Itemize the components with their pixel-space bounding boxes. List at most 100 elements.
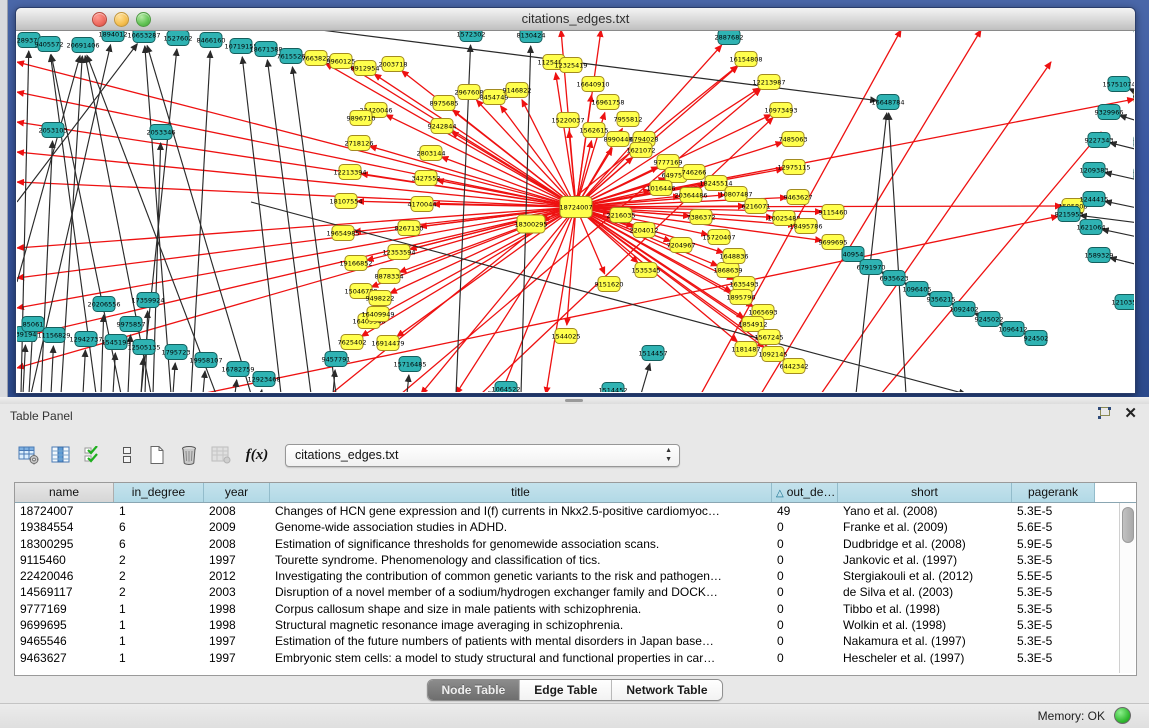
graph-node[interactable]: 7625402 bbox=[338, 335, 367, 350]
table-cell[interactable]: 9463627 bbox=[15, 650, 114, 666]
graph-node[interactable]: 40954 bbox=[842, 247, 864, 262]
table-cell[interactable]: 0 bbox=[772, 650, 838, 666]
function-builder-button[interactable]: f(x) bbox=[244, 442, 270, 468]
table-cell[interactable]: 1 bbox=[114, 503, 204, 519]
graph-node[interactable]: 10653287 bbox=[127, 31, 160, 43]
graph-node[interactable]: 1092145 bbox=[759, 347, 788, 362]
select-rows-button[interactable] bbox=[80, 442, 106, 468]
table-cell[interactable]: Disruption of a novel member of a sodium… bbox=[270, 584, 772, 600]
graph-node[interactable]: 3427552 bbox=[412, 171, 441, 186]
graph-node[interactable]: 1209383 bbox=[1080, 163, 1109, 178]
graph-node[interactable]: 7615526 bbox=[277, 49, 306, 64]
graph-node[interactable]: 16961758 bbox=[591, 95, 624, 110]
graph-node[interactable]: 1572302 bbox=[457, 31, 486, 42]
table-row[interactable]: 977716911998Corpus callosum shape and si… bbox=[15, 601, 1136, 617]
graph-node[interactable]: 12213987 bbox=[752, 75, 785, 90]
graph-node[interactable]: 924502 bbox=[1024, 331, 1049, 346]
graph-node[interactable]: 1514452 bbox=[599, 383, 628, 393]
graph-node[interactable]: 1795723 bbox=[162, 345, 191, 360]
vertical-scrollbar[interactable] bbox=[1119, 503, 1135, 673]
table-cell[interactable]: Corpus callosum shape and size in male p… bbox=[270, 601, 772, 617]
table-cell[interactable]: Franke et al. (2009) bbox=[838, 519, 1012, 535]
table-cell[interactable]: 0 bbox=[772, 568, 838, 584]
splitter-grip-icon[interactable] bbox=[565, 399, 583, 402]
graph-node[interactable]: 1544025 bbox=[552, 329, 581, 344]
graph-node[interactable]: 12213394 bbox=[333, 165, 366, 180]
column-header-indegree[interactable]: in_degree bbox=[114, 483, 204, 502]
graph-node[interactable]: 12505135 bbox=[127, 340, 160, 355]
table-cell[interactable]: Investigating the contribution of common… bbox=[270, 568, 772, 584]
graph-node[interactable]: 85061 bbox=[22, 317, 44, 332]
table-cell[interactable]: 2009 bbox=[204, 519, 270, 535]
column-header-name[interactable]: name bbox=[15, 483, 114, 502]
graph-node[interactable]: 1868639 bbox=[714, 263, 743, 278]
graph-node[interactable]: 6935623 bbox=[880, 271, 909, 286]
column-header-outde[interactable]: △out_de… bbox=[772, 483, 838, 502]
table-cell[interactable]: 2 bbox=[114, 552, 204, 568]
graph-node[interactable]: 1648836 bbox=[720, 249, 749, 264]
graph-node[interactable]: 6216071 bbox=[742, 199, 771, 214]
column-chooser-button[interactable] bbox=[48, 442, 74, 468]
table-cell[interactable]: Yano et al. (2008) bbox=[838, 503, 1012, 519]
tab-node-table[interactable]: Node Table bbox=[427, 680, 520, 700]
table-cell[interactable]: 2008 bbox=[204, 536, 270, 552]
table-cell[interactable]: 1998 bbox=[204, 601, 270, 617]
table-cell[interactable]: 1 bbox=[114, 617, 204, 633]
graph-node[interactable]: 1535345 bbox=[632, 263, 661, 278]
table-cell[interactable]: Wolkin et al. (1998) bbox=[838, 617, 1012, 633]
column-header-title[interactable]: title bbox=[270, 483, 772, 502]
table-cell[interactable]: de Silva et al. (2003) bbox=[838, 584, 1012, 600]
new-table-button[interactable] bbox=[144, 442, 170, 468]
table-cell[interactable]: 5.3E-5 bbox=[1012, 552, 1095, 568]
table-cell[interactable]: 9115460 bbox=[15, 552, 114, 568]
table-cell[interactable]: 0 bbox=[772, 617, 838, 633]
table-cell[interactable]: Tourette syndrome. Phenomenology and cla… bbox=[270, 552, 772, 568]
graph-node[interactable]: 9146822 bbox=[503, 83, 532, 98]
graph-node[interactable]: 1895796 bbox=[727, 290, 756, 305]
graph-node[interactable]: 7485063 bbox=[779, 132, 808, 147]
table-cell[interactable]: 5.9E-5 bbox=[1012, 536, 1095, 552]
table-cell[interactable]: 1997 bbox=[204, 552, 270, 568]
table-cell[interactable]: 1997 bbox=[204, 650, 270, 666]
graph-node[interactable]: 20691406 bbox=[66, 38, 99, 53]
table-row[interactable]: 911546021997Tourette syndrome. Phenomeno… bbox=[15, 552, 1136, 568]
graph-node[interactable]: 1064522 bbox=[492, 382, 521, 393]
table-cell[interactable]: 1 bbox=[114, 650, 204, 666]
graph-node[interactable]: 8878334 bbox=[375, 269, 404, 284]
table-cell[interactable]: 18300295 bbox=[15, 536, 114, 552]
graph-node[interactable]: 8215953 bbox=[1055, 207, 1084, 222]
table-cell[interactable]: Dudbridge et al. (2008) bbox=[838, 536, 1012, 552]
graph-node[interactable]: 9356215 bbox=[927, 292, 956, 307]
graph-node[interactable]: 1589329 bbox=[1085, 248, 1114, 263]
table-row[interactable]: 1938455462009Genome-wide association stu… bbox=[15, 519, 1136, 535]
table-row[interactable]: 1872400712008Changes of HCN gene express… bbox=[15, 503, 1136, 519]
graph-node[interactable]: 9463627 bbox=[784, 190, 813, 205]
table-cell[interactable]: 0 bbox=[772, 584, 838, 600]
table-cell[interactable]: 49 bbox=[772, 503, 838, 519]
graph-node[interactable]: 9242844 bbox=[428, 119, 457, 134]
network-canvas[interactable]: 1872400718300295224200469896710271812612… bbox=[17, 31, 1134, 392]
table-cell[interactable]: 1 bbox=[114, 633, 204, 649]
graph-node[interactable]: 15220037 bbox=[551, 113, 584, 128]
graph-node[interactable]: 16154808 bbox=[729, 52, 762, 67]
graph-node[interactable]: 9245022 bbox=[975, 312, 1004, 327]
graph-node[interactable]: 1181487 bbox=[732, 342, 761, 357]
graph-node[interactable]: 8267130 bbox=[395, 221, 424, 236]
graph-node[interactable]: 9975857 bbox=[117, 317, 146, 332]
table-cell[interactable]: Changes of HCN gene expression and I(f) … bbox=[270, 503, 772, 519]
table-cell[interactable]: Structural magnetic resonance image aver… bbox=[270, 617, 772, 633]
float-panel-icon[interactable] bbox=[1097, 407, 1112, 420]
graph-node[interactable]: 8466160 bbox=[197, 33, 226, 48]
table-settings-button[interactable] bbox=[16, 442, 42, 468]
delete-table-button[interactable] bbox=[176, 442, 202, 468]
table-cell[interactable]: 2012 bbox=[204, 568, 270, 584]
graph-node[interactable]: 6791970 bbox=[857, 260, 886, 275]
table-cell[interactable]: 0 bbox=[772, 633, 838, 649]
graph-node[interactable]: 16648784 bbox=[871, 95, 904, 110]
graph-node[interactable]: 15720407 bbox=[702, 230, 735, 245]
tab-network-table[interactable]: Network Table bbox=[612, 680, 721, 700]
graph-node[interactable]: 8990448 bbox=[604, 132, 633, 147]
table-cell[interactable]: Estimation of significance thresholds fo… bbox=[270, 536, 772, 552]
merge-tables-button[interactable] bbox=[114, 442, 140, 468]
graph-node[interactable]: 8130424 bbox=[517, 31, 546, 43]
